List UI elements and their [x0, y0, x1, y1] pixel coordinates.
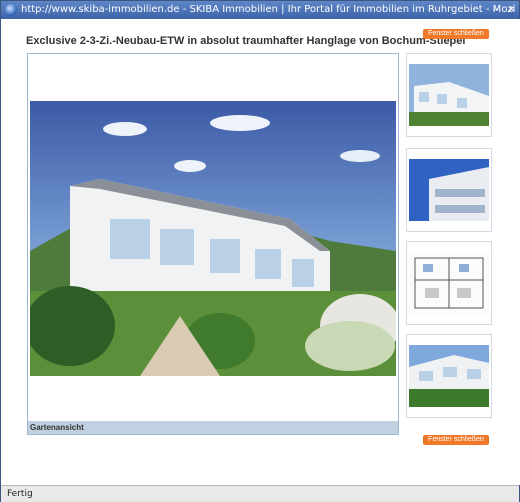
thumbnail-3[interactable] [406, 241, 492, 325]
status-bar: Fertig [1, 485, 519, 502]
minimize-icon[interactable]: – [491, 4, 502, 15]
page-content: Exclusive 2-3-Zi.-Neubau-ETW in absolut … [2, 19, 520, 485]
close-window-button-bottom[interactable]: Fenster schließen [423, 435, 489, 445]
thumbnail-2[interactable] [406, 148, 492, 232]
thumb-front-view-image [409, 345, 489, 407]
main-house-image [30, 101, 396, 376]
main-image-frame: Gartenansicht [27, 53, 399, 435]
thumb-garden-view-image [409, 64, 489, 126]
browser-globe-icon [5, 4, 17, 16]
status-text: Fertig [7, 489, 33, 499]
browser-window: http://www.skiba-immobilien.de - SKIBA I… [0, 0, 520, 502]
thumb-balcony-view-image [409, 159, 489, 221]
thumb-floor-plan-image [409, 252, 489, 314]
close-window-button-top[interactable]: Fenster schließen [423, 29, 489, 39]
page-title: Exclusive 2-3-Zi.-Neubau-ETW in absolut … [26, 35, 466, 47]
image-caption: Gartenansicht [28, 421, 398, 434]
title-bar[interactable]: http://www.skiba-immobilien.de - SKIBA I… [1, 1, 519, 19]
thumbnail-1[interactable] [406, 53, 492, 137]
window-title: http://www.skiba-immobilien.de - SKIBA I… [21, 4, 516, 15]
thumbnail-4[interactable] [406, 334, 492, 418]
close-icon[interactable]: × [506, 4, 517, 15]
